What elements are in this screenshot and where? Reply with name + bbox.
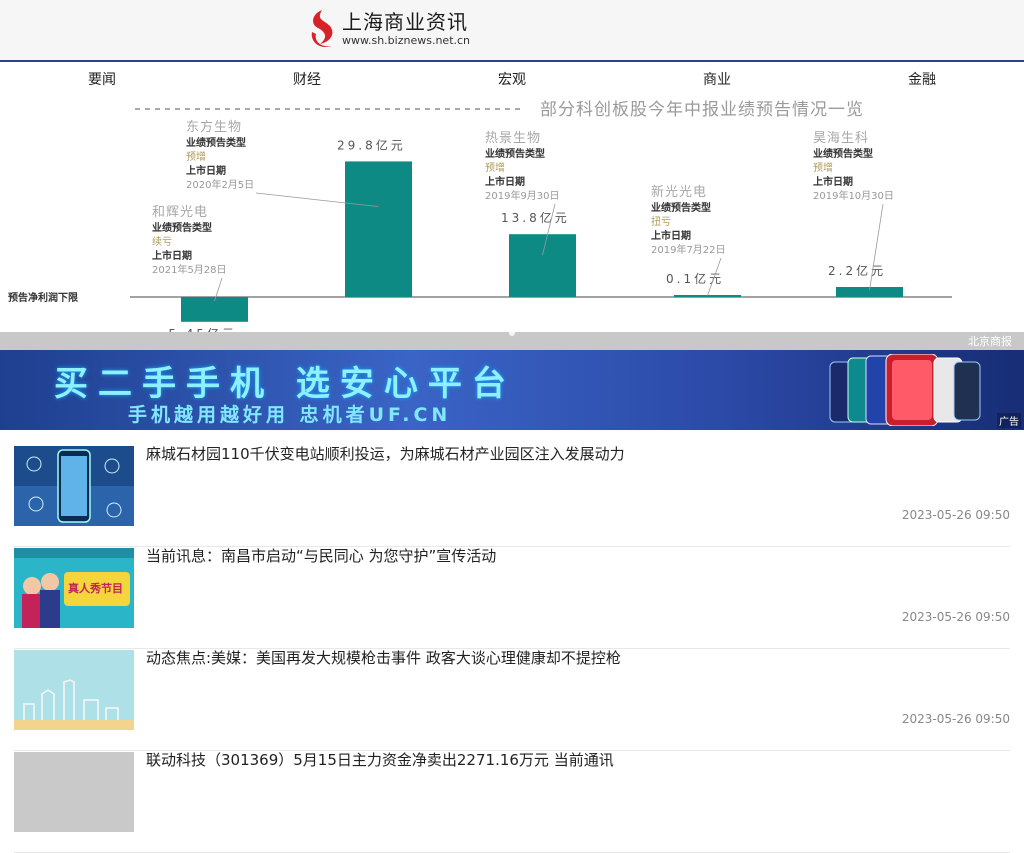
news-title[interactable]: 当前讯息：南昌市启动“与民同心 为您守护”宣传活动 bbox=[146, 546, 1010, 566]
chart-type-heading: 业绩预告类型 bbox=[651, 201, 711, 214]
chart-type-heading: 业绩预告类型 bbox=[485, 147, 545, 160]
chart-forecast-type: 扭亏 bbox=[651, 215, 671, 228]
chart-category-label: 昊海生科 bbox=[813, 131, 869, 146]
chart-date-heading: 上市日期 bbox=[152, 249, 192, 262]
news-time: 2023-05-26 09:50 bbox=[901, 508, 1010, 522]
ad-banner[interactable]: 买二手手机 选安心平台 手机越用越好用 忠机者UF.CN 广告 bbox=[0, 350, 1024, 430]
chart-listing-date: 2019年7月22日 bbox=[651, 243, 726, 256]
carousel-slide[interactable]: 部分科创板股今年中报业绩预告情况一览 预告净利润下限 -5.45亿元和辉光电业绩… bbox=[0, 98, 1024, 332]
chart-bar bbox=[345, 161, 412, 297]
news-time: 2023-05-26 09:50 bbox=[901, 610, 1010, 624]
chart-listing-date: 2021年5月28日 bbox=[152, 263, 227, 276]
ad-tag: 广告 bbox=[997, 413, 1021, 428]
news-item[interactable]: 联动科技（301369）5月15日主力资金净卖出2271.16万元 当前通讯 bbox=[14, 750, 1010, 853]
chart-listing-date: 2019年9月30日 bbox=[485, 189, 560, 202]
ad-subline: 手机越用越好用 忠机者UF.CN bbox=[128, 404, 452, 426]
site-header: 上海商业资讯 www.sh.biznews.net.cn bbox=[0, 0, 1024, 62]
chart-value-label: 13.8亿元 bbox=[501, 210, 570, 225]
news-time: 2023-05-26 09:50 bbox=[901, 712, 1010, 726]
chart-listing-date: 2020年2月5日 bbox=[186, 178, 254, 191]
thumb-caption: 真人秀节目 bbox=[68, 581, 123, 595]
chart-forecast-type: 预增 bbox=[813, 161, 833, 174]
chart-date-heading: 上市日期 bbox=[485, 175, 525, 188]
chart-category-label: 东方生物 bbox=[186, 119, 242, 135]
chart-listing-date: 2019年10月30日 bbox=[813, 189, 894, 202]
chart-value-label: 29.8亿元 bbox=[337, 137, 406, 152]
chart-forecast-type: 预增 bbox=[186, 150, 206, 163]
chart-title: 部分科创板股今年中报业绩预告情况一览 bbox=[540, 100, 864, 120]
chart-type-heading: 业绩预告类型 bbox=[186, 136, 246, 149]
image-credit: 北京商报 bbox=[968, 335, 1012, 348]
phones-image bbox=[829, 354, 981, 426]
site-logo[interactable]: 上海商业资讯 www.sh.biznews.net.cn bbox=[308, 8, 470, 50]
news-thumbnail[interactable] bbox=[14, 446, 134, 526]
news-item[interactable]: 麻城石材园110千伏变电站顺利投运，为麻城石材产业园区注入发展动力 2023-0… bbox=[14, 444, 1010, 547]
news-title[interactable]: 联动科技（301369）5月15日主力资金净卖出2271.16万元 当前通讯 bbox=[146, 750, 1010, 770]
news-thumbnail[interactable] bbox=[14, 650, 134, 730]
main-nav: 要闻 财经 宏观 商业 金融 bbox=[88, 72, 936, 88]
carousel-dot[interactable] bbox=[509, 330, 515, 336]
site-url: www.sh.biznews.net.cn bbox=[342, 34, 471, 47]
carousel-indicator-bar: 北京商报 bbox=[0, 330, 1024, 350]
chart-forecast-type: 续亏 bbox=[152, 235, 172, 248]
news-item[interactable]: 动态焦点:美媒：美国再发大规模枪击事件 政客大谈心理健康却不提控枪 2023-0… bbox=[14, 648, 1010, 751]
chart-date-heading: 上市日期 bbox=[651, 229, 691, 242]
news-list: 麻城石材园110千伏变电站顺利投运，为麻城石材产业园区注入发展动力 2023-0… bbox=[0, 430, 1024, 853]
site-title: 上海商业资讯 bbox=[342, 10, 468, 34]
chart-type-heading: 业绩预告类型 bbox=[152, 221, 212, 234]
chart-category-label: 新光光电 bbox=[651, 184, 707, 200]
chart-type-heading: 业绩预告类型 bbox=[813, 147, 873, 160]
chart-date-heading: 上市日期 bbox=[813, 175, 853, 188]
news-title[interactable]: 动态焦点:美媒：美国再发大规模枪击事件 政客大谈心理健康却不提控枪 bbox=[146, 648, 1010, 668]
news-item[interactable]: 真人秀节目 当前讯息：南昌市启动“与民同心 为您守护”宣传活动 2023-05-… bbox=[14, 546, 1010, 649]
chart-date-heading: 上市日期 bbox=[186, 164, 226, 177]
chart-value-label: 2.2亿元 bbox=[828, 263, 886, 278]
chart-category-label: 和辉光电 bbox=[152, 205, 208, 220]
chart-category-label: 热景生物 bbox=[485, 131, 541, 146]
earnings-chart: 部分科创板股今年中报业绩预告情况一览 预告净利润下限 -5.45亿元和辉光电业绩… bbox=[8, 100, 952, 332]
news-title[interactable]: 麻城石材园110千伏变电站顺利投运，为麻城石材产业园区注入发展动力 bbox=[146, 444, 1010, 464]
chart-axis-label: 预告净利润下限 bbox=[8, 291, 79, 304]
news-thumbnail[interactable] bbox=[14, 752, 134, 832]
news-thumbnail[interactable]: 真人秀节目 bbox=[14, 548, 134, 628]
chart-forecast-type: 预增 bbox=[485, 161, 505, 174]
ad-headline: 买二手手机 选安心平台 bbox=[54, 364, 516, 404]
logo-icon bbox=[311, 10, 333, 48]
chart-bar bbox=[509, 234, 576, 297]
